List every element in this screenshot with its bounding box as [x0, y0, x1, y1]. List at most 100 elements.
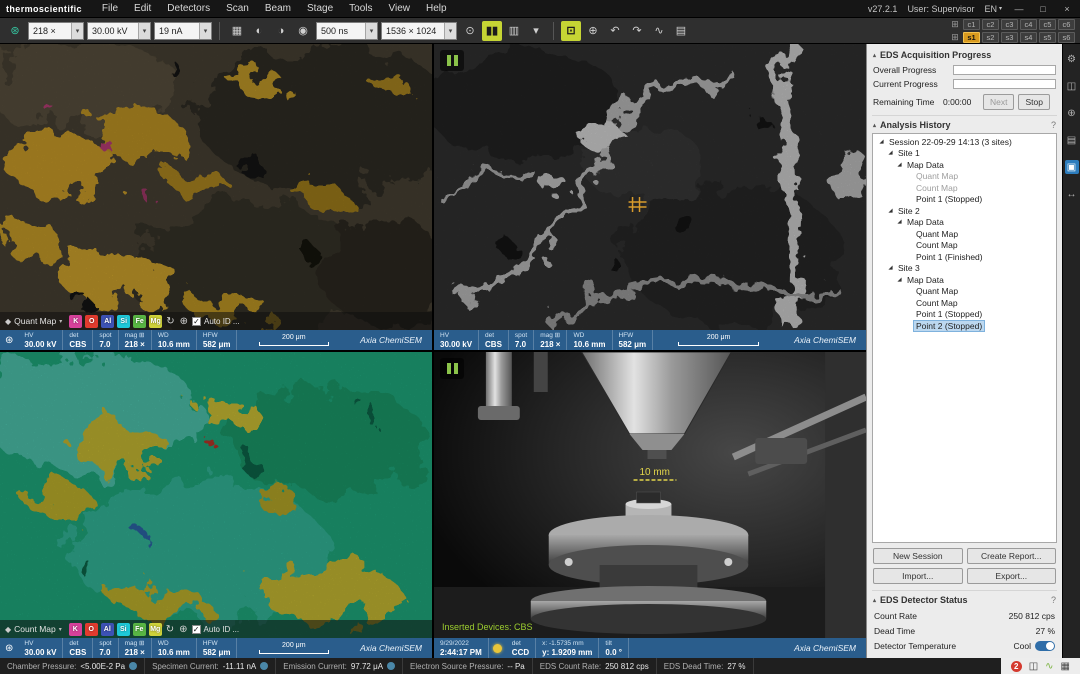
- acquisition-progress-header[interactable]: ▴ EDS Acquisition Progress: [872, 46, 1057, 63]
- channel-s3[interactable]: s3: [1001, 32, 1018, 43]
- create-report-button[interactable]: Create Report...: [967, 548, 1057, 564]
- dropdown-caret-icon[interactable]: ▾: [59, 626, 62, 633]
- more-caret-icon[interactable]: ▾: [526, 21, 546, 41]
- channel-c1[interactable]: c1: [963, 19, 980, 30]
- tree-node[interactable]: ◢Session 22-09-29 14:13 (3 sites): [873, 136, 1056, 148]
- tree-node[interactable]: ◢Map Data: [873, 159, 1056, 171]
- language-select[interactable]: EN▾: [984, 4, 1002, 14]
- eds-panel-icon[interactable]: ▣: [1065, 160, 1079, 174]
- electron-image[interactable]: [434, 44, 866, 330]
- export-button[interactable]: Export...: [967, 568, 1057, 584]
- quant-map-image[interactable]: ◆Quant Map▾KOAlSiFeMg↻⊕✓Auto ID ...: [0, 44, 432, 330]
- channel-s1[interactable]: s1: [963, 32, 980, 43]
- auto-id-checkbox[interactable]: ✓: [192, 317, 201, 326]
- element-chip-fe[interactable]: Fe: [133, 315, 146, 328]
- element-chip-mg[interactable]: Mg: [149, 315, 162, 328]
- tree-node[interactable]: Point 1 (Finished): [873, 251, 1056, 263]
- menu-item-beam[interactable]: Beam: [257, 2, 299, 15]
- tree-node[interactable]: ◢Site 3: [873, 263, 1056, 275]
- layout-icon[interactable]: ▤: [671, 21, 691, 41]
- close-button[interactable]: ×: [1060, 4, 1074, 14]
- detector-settings-icon[interactable]: ◫: [1065, 79, 1079, 93]
- selection-tool-icon[interactable]: ⊡: [561, 21, 581, 41]
- scan-preset-icon[interactable]: ▦: [227, 21, 247, 41]
- channel-c5[interactable]: c5: [1039, 19, 1056, 30]
- tree-node[interactable]: Count Map: [873, 182, 1056, 194]
- snapshot-icon[interactable]: ⊙: [460, 21, 480, 41]
- menu-item-tools[interactable]: Tools: [341, 2, 380, 15]
- menu-item-scan[interactable]: Scan: [218, 2, 257, 15]
- pause-button[interactable]: ▮▮: [482, 21, 502, 41]
- menu-item-help[interactable]: Help: [418, 2, 455, 15]
- display-panel-icon[interactable]: ▤: [1065, 133, 1079, 147]
- next-button[interactable]: Next: [983, 94, 1014, 110]
- channel-c3[interactable]: c3: [1001, 19, 1018, 30]
- redo-icon[interactable]: ↷: [627, 21, 647, 41]
- maximize-button[interactable]: □: [1036, 4, 1050, 14]
- element-chip-si[interactable]: Si: [117, 315, 130, 328]
- scan-grid-icon[interactable]: ▥: [504, 21, 524, 41]
- help-icon[interactable]: ?: [1051, 120, 1056, 130]
- measurement-tools-icon[interactable]: ↔: [1065, 187, 1079, 201]
- layout-small-icon[interactable]: ▦: [1061, 661, 1070, 672]
- contrast-icon[interactable]: ◐: [249, 21, 269, 41]
- undo-icon[interactable]: ↶: [605, 21, 625, 41]
- count-map-image[interactable]: ◆Count Map▾KOAlSiFeMg↻⊕✓Auto ID ...: [0, 352, 432, 638]
- map-mode-label[interactable]: Quant Map: [14, 316, 56, 326]
- help-icon[interactable]: ?: [1051, 595, 1056, 605]
- tree-node[interactable]: Count Map: [873, 297, 1056, 309]
- tree-node[interactable]: Point 2 (Stopped): [873, 320, 1056, 332]
- point-tool-icon[interactable]: ⊕: [583, 21, 603, 41]
- menu-item-file[interactable]: File: [94, 2, 126, 15]
- stop-button[interactable]: Stop: [1018, 94, 1050, 110]
- locate-icon[interactable]: ⊕: [180, 316, 188, 327]
- tree-node[interactable]: Point 1 (Stopped): [873, 194, 1056, 206]
- minimize-button[interactable]: —: [1012, 4, 1026, 14]
- tree-node[interactable]: ◢Site 1: [873, 148, 1056, 160]
- magnification-select[interactable]: 218 ×▾: [28, 22, 84, 40]
- refresh-icon[interactable]: ↻: [166, 624, 174, 635]
- map-mode-icon[interactable]: ◆: [5, 317, 11, 326]
- tree-node[interactable]: Quant Map: [873, 171, 1056, 183]
- menu-item-view[interactable]: View: [381, 2, 419, 15]
- element-chip-k[interactable]: K: [69, 315, 82, 328]
- map-mode-label[interactable]: Count Map: [14, 624, 56, 634]
- auto-id-checkbox[interactable]: ✓: [192, 625, 201, 634]
- analysis-history-header[interactable]: ▴ Analysis History ?: [872, 115, 1057, 133]
- cooling-toggle[interactable]: [1035, 641, 1055, 651]
- resolution-select[interactable]: 1536 × 1024▾: [381, 22, 457, 40]
- channel-c4[interactable]: c4: [1020, 19, 1037, 30]
- element-chip-k[interactable]: K: [69, 623, 82, 636]
- channel-c2[interactable]: c2: [982, 19, 999, 30]
- new-session-button[interactable]: New Session: [873, 548, 963, 564]
- map-mode-icon[interactable]: ◆: [5, 625, 11, 634]
- element-chip-fe[interactable]: Fe: [133, 623, 146, 636]
- dropdown-caret-icon[interactable]: ▾: [59, 318, 62, 325]
- element-chip-o[interactable]: O: [85, 623, 98, 636]
- menu-item-edit[interactable]: Edit: [126, 2, 159, 15]
- element-chip-o[interactable]: O: [85, 315, 98, 328]
- tree-node[interactable]: ◢Map Data: [873, 274, 1056, 286]
- chamber-camera-image[interactable]: 10 mm: [434, 352, 866, 638]
- stage-control-icon[interactable]: ⊕: [1065, 106, 1079, 120]
- tree-node[interactable]: ◢Map Data: [873, 217, 1056, 229]
- dwell-time-select[interactable]: 500 ns▾: [316, 22, 378, 40]
- settings-gear-icon[interactable]: ⚙: [1065, 52, 1079, 66]
- auto-function-icon[interactable]: ◉: [293, 21, 313, 41]
- channel-s2[interactable]: s2: [982, 32, 999, 43]
- tree-node[interactable]: Quant Map: [873, 228, 1056, 240]
- spectrum-icon[interactable]: ∿: [649, 21, 669, 41]
- tree-node[interactable]: ◢Site 2: [873, 205, 1056, 217]
- bulb-icon[interactable]: [493, 644, 502, 653]
- element-chip-mg[interactable]: Mg: [149, 623, 162, 636]
- channel-c6[interactable]: c6: [1058, 19, 1075, 30]
- tree-node[interactable]: Point 1 (Stopped): [873, 309, 1056, 321]
- detector-status-header[interactable]: ▴ EDS Detector Status ?: [872, 590, 1057, 608]
- high-voltage-select[interactable]: 30.00 kV▾: [87, 22, 151, 40]
- import-button[interactable]: Import...: [873, 568, 963, 584]
- brightness-icon[interactable]: ◑: [271, 21, 291, 41]
- refresh-icon[interactable]: ↻: [166, 316, 174, 327]
- tree-node[interactable]: Count Map: [873, 240, 1056, 252]
- channel-s5[interactable]: s5: [1039, 32, 1056, 43]
- element-chip-si[interactable]: Si: [117, 623, 130, 636]
